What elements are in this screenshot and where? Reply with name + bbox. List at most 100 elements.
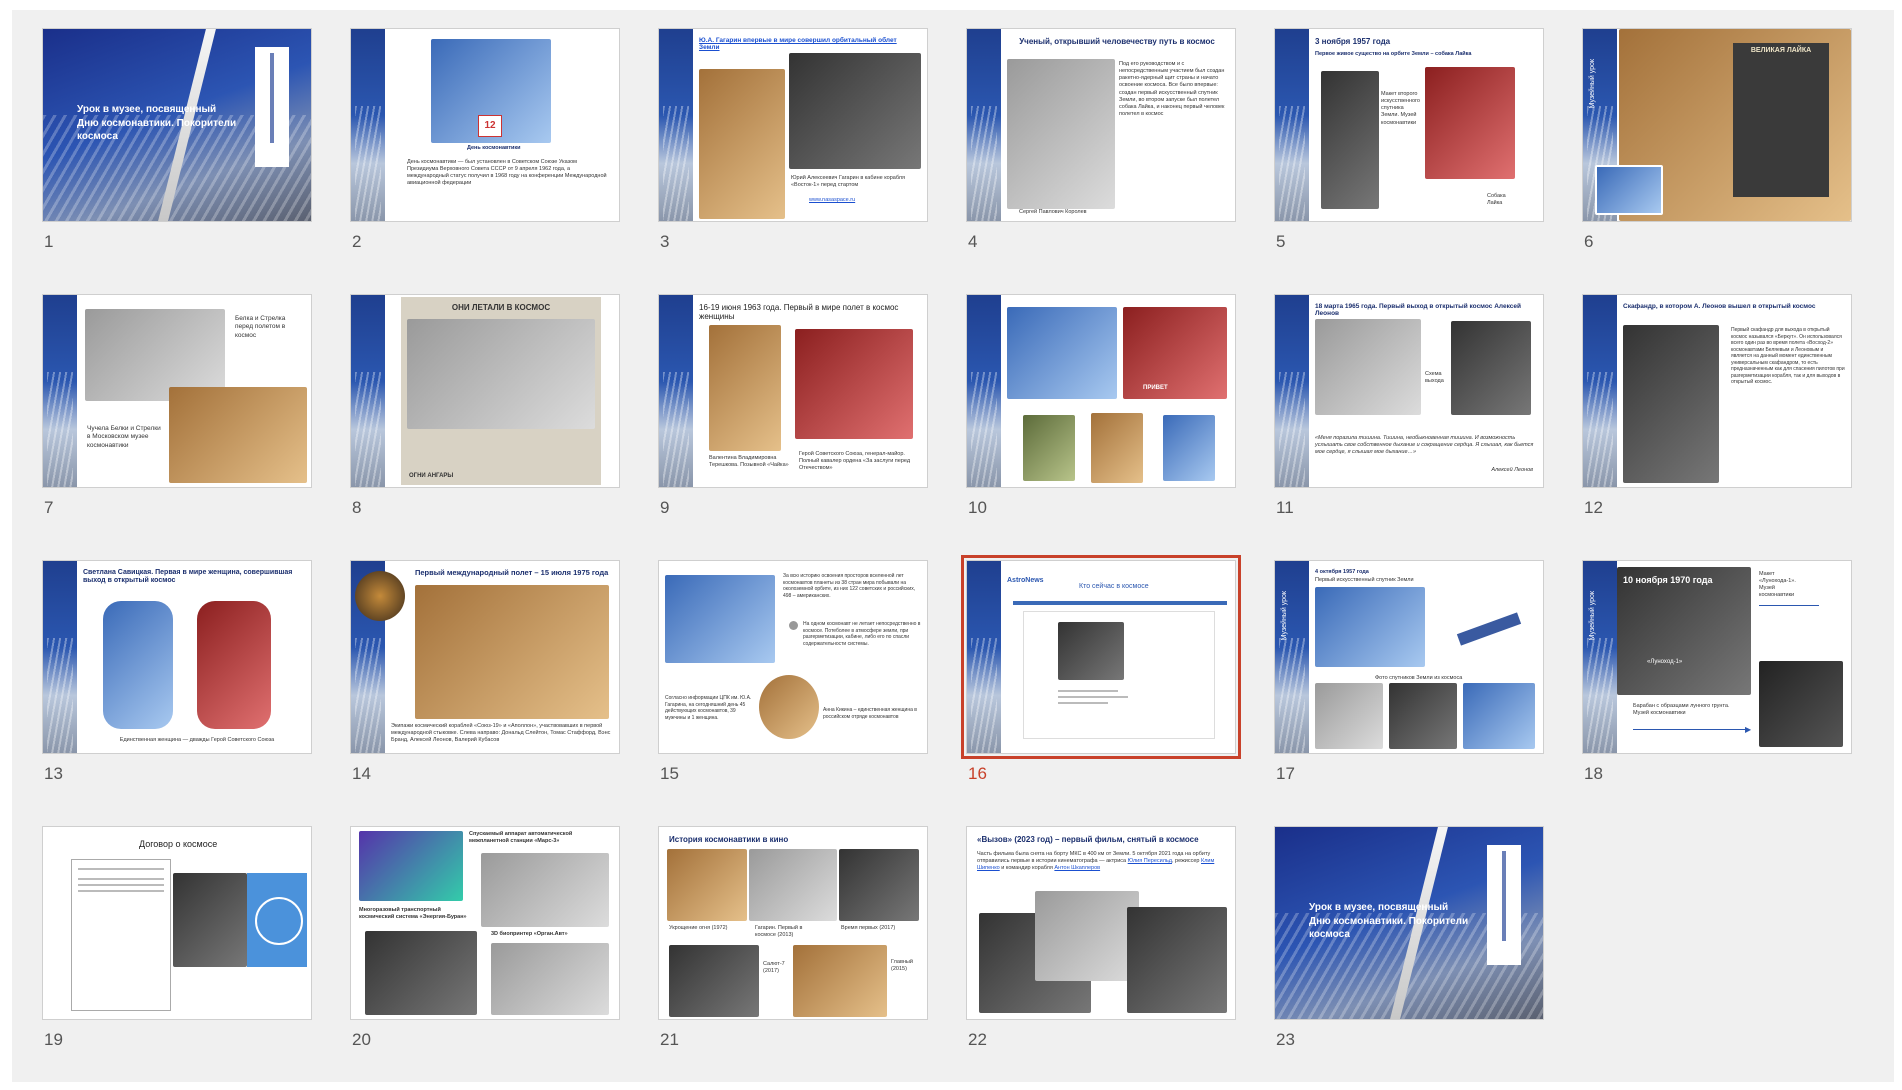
- slide-16[interactable]: AstroNews Кто сейчас в космосе: [961, 555, 1241, 759]
- stamp-small-2: [1091, 413, 1143, 483]
- actress-link[interactable]: Юлия Пересильд: [1128, 858, 1172, 864]
- soil-sample-photo: [1759, 661, 1843, 747]
- slide-9[interactable]: 16-19 июня 1963 года. Первый в мире поле…: [658, 294, 928, 488]
- slide-11[interactable]: 18 марта 1965 года. Первый выход в откры…: [1274, 294, 1544, 488]
- site-brand: AstroNews: [1007, 577, 1044, 584]
- slide-13[interactable]: Светлана Савицкая. Первая в мире женщина…: [42, 560, 312, 754]
- body-text: Первый скафандр для выхода в открытый ко…: [1731, 327, 1845, 385]
- commander-link[interactable]: Антон Шкаплеров: [1054, 865, 1100, 871]
- slide-thumb-19[interactable]: Договор о космосе 19: [42, 826, 312, 1049]
- slide-19[interactable]: Договор о космосе: [42, 826, 312, 1020]
- slide-10[interactable]: ПРИВЕТ: [966, 294, 1236, 488]
- slide-title: Договор о космосе: [139, 839, 218, 849]
- slide-22[interactable]: «Вызов» (2023 год) – первый фильм, сняты…: [966, 826, 1236, 1020]
- caption-left: Валентина Владимировна Терешкова. Позывн…: [709, 455, 789, 469]
- iss-crew-photo: [1058, 622, 1124, 680]
- model-caption: Макет «Лунохода-1». Музей космонавтики: [1759, 571, 1796, 599]
- tereshkova-photo: [709, 325, 781, 451]
- slide-thumb-23[interactable]: Урок в музее, посвященный Дню космонавти…: [1274, 826, 1544, 1049]
- film-still-5: [793, 945, 887, 1017]
- slide-number: 10: [968, 498, 987, 517]
- slide-thumb-12[interactable]: Скафандр, в котором А. Леонов вышел в от…: [1582, 294, 1852, 517]
- slide-17[interactable]: Музейный урок 4 октября 1957 года Первый…: [1274, 560, 1544, 754]
- museum-logo: [1487, 845, 1521, 965]
- slide-title: История космонавтики в кино: [669, 835, 789, 844]
- slide-thumb-7[interactable]: Белка и Стрелка перед полетом в космос Ч…: [42, 294, 312, 517]
- satellite-photo-2: [1389, 683, 1457, 749]
- slide-5[interactable]: 3 ноября 1957 года Первое живое существо…: [1274, 28, 1544, 222]
- slide-thumb-15[interactable]: За всю историю освоения просторов вселен…: [658, 560, 928, 783]
- slide-thumb-13[interactable]: Светлана Савицкая. Первая в мире женщина…: [42, 560, 312, 783]
- source-link[interactable]: www.nasaspace.ru: [809, 197, 855, 204]
- slide-12[interactable]: Скафандр, в котором А. Леонов вышел в от…: [1582, 294, 1852, 488]
- slide-title: 3 ноября 1957 года: [1315, 37, 1391, 46]
- slide-title: 4 октября 1957 года: [1315, 569, 1369, 575]
- slide-4[interactable]: Ученый, открывший человечеству путь в ко…: [966, 28, 1236, 222]
- slide-23[interactable]: Урок в музее, посвященный Дню космонавти…: [1274, 826, 1544, 1020]
- bioprinter-photo: [491, 943, 609, 1015]
- slide-1[interactable]: Урок в музее, посвященный Дню космонавти…: [42, 28, 312, 222]
- slide-6[interactable]: Музейный урок ВЕЛИКАЯ ЛАЙКА: [1582, 28, 1852, 222]
- slide-18[interactable]: Музейный урок 10 ноября 1970 года «Лунох…: [1582, 560, 1852, 754]
- slide-thumb-14[interactable]: Первый международный полет – 15 июля 197…: [350, 560, 620, 783]
- slide-title: Первый международный полет – 15 июля 197…: [415, 568, 609, 577]
- caption-top: Белка и Стрелка перед полетом в космос: [235, 315, 286, 339]
- slide-number: 4: [968, 232, 978, 251]
- slide-2[interactable]: 12 День космонавтики День космонавтики —…: [350, 28, 620, 222]
- slide-thumb-3[interactable]: Ю.А. Гагарин впервые в мире совершил орб…: [658, 28, 928, 251]
- slide-thumb-22[interactable]: «Вызов» (2023 год) – первый фильм, сняты…: [966, 826, 1236, 1049]
- stamp-small-1: [1023, 415, 1075, 481]
- caption-right: Герой Советского Союза, генерал-майор. П…: [799, 451, 911, 472]
- caption-3: 3D биопринтер «Орган.Авт»: [491, 931, 568, 937]
- satellite-photo-1: [1315, 683, 1383, 749]
- slide-thumb-11[interactable]: 18 марта 1965 года. Первый выход в откры…: [1274, 294, 1544, 517]
- caption-1: Спускаемый аппарат автоматической межпла…: [469, 831, 573, 845]
- un-emblem-icon: [247, 873, 307, 967]
- slide-number: 2: [352, 232, 362, 251]
- slide-thumb-2[interactable]: 12 День космонавтики День космонавтики —…: [350, 28, 620, 251]
- slide-thumb-8[interactable]: ОНИ ЛЕТАЛИ В КОСМОС ОГНИ АНГАРЫ 8: [350, 294, 620, 517]
- caption: Единственная женщина — дважды Герой Сове…: [119, 737, 275, 743]
- slide-7[interactable]: Белка и Стрелка перед полетом в космос Ч…: [42, 294, 312, 488]
- slide-8[interactable]: ОНИ ЛЕТАЛИ В КОСМОС ОГНИ АНГАРЫ: [350, 294, 620, 488]
- slide-number: 15: [660, 764, 679, 783]
- slide-15[interactable]: За всю историю освоения просторов вселен…: [658, 560, 928, 754]
- slide-number: 8: [352, 498, 362, 517]
- caption-bottom: Чучела Белки и Стрелки в Московском музе…: [87, 425, 161, 449]
- vertical-label: Музейный урок: [1281, 591, 1288, 641]
- cover-background: Урок в музее, посвященный Дню космонавти…: [1275, 827, 1543, 1019]
- slide-thumb-21[interactable]: История космонавтики в кино Укрощение ог…: [658, 826, 928, 1049]
- slide-thumb-5[interactable]: 3 ноября 1957 года Первое живое существо…: [1274, 28, 1544, 251]
- slide-3[interactable]: Ю.А. Гагарин впервые в мире совершил орб…: [658, 28, 928, 222]
- savitskaya-later-photo: [197, 601, 271, 729]
- slide-thumb-10[interactable]: ПРИВЕТ 10: [966, 294, 1236, 517]
- caption: Фото спутников Земли из космоса: [1375, 675, 1463, 681]
- slide-thumb-17[interactable]: Музейный урок 4 октября 1957 года Первый…: [1274, 560, 1544, 783]
- slide-14[interactable]: Первый международный полет – 15 июля 197…: [350, 560, 620, 754]
- slide-20[interactable]: Спускаемый аппарат автоматической межпла…: [350, 826, 620, 1020]
- korolev-photo: [1007, 59, 1115, 209]
- slide-thumb-18[interactable]: Музейный урок 10 ноября 1970 года «Лунох…: [1582, 560, 1852, 783]
- slide-thumb-1[interactable]: Урок в музее, посвященный Дню космонавти…: [42, 28, 312, 251]
- slide-thumb-6[interactable]: Музейный урок ВЕЛИКАЯ ЛАЙКА 6: [1582, 28, 1852, 251]
- slide-thumb-16[interactable]: AstroNews Кто сейчас в космосе 16: [961, 555, 1241, 783]
- slide-title: Скафандр, в котором А. Леонов вышел в от…: [1623, 303, 1816, 310]
- quote: «Меня поразила тишина. Тишина, необыкнов…: [1315, 435, 1534, 456]
- slide-thumb-4[interactable]: Ученый, открывший человечеству путь в ко…: [966, 28, 1236, 251]
- slide-number: 23: [1276, 1030, 1295, 1049]
- satellite-icon: [1447, 587, 1531, 673]
- slide-thumb-9[interactable]: 16-19 июня 1963 года. Первый в мире поле…: [658, 294, 928, 517]
- diagram-label: Схема выхода: [1425, 371, 1444, 385]
- stamp-text: ПРИВЕТ: [1143, 385, 1168, 391]
- slide-number: 13: [44, 764, 63, 783]
- slide-title: Урок в музее, посвященный Дню космонавти…: [77, 104, 237, 142]
- slide-number: 7: [44, 498, 54, 517]
- text-block-1: За всю историю освоения просторов вселен…: [783, 573, 916, 599]
- slide-number: 9: [660, 498, 670, 517]
- treaty-document: [71, 859, 171, 1011]
- laika-photo: [1425, 67, 1515, 179]
- film-caption-2: Гагарин. Первый в космосе (2013): [755, 925, 803, 939]
- slide-21[interactable]: История космонавтики в кино Укрощение ог…: [658, 826, 928, 1020]
- calendar-badge: 12: [478, 115, 502, 137]
- slide-thumb-20[interactable]: Спускаемый аппарат автоматической межпла…: [350, 826, 620, 1049]
